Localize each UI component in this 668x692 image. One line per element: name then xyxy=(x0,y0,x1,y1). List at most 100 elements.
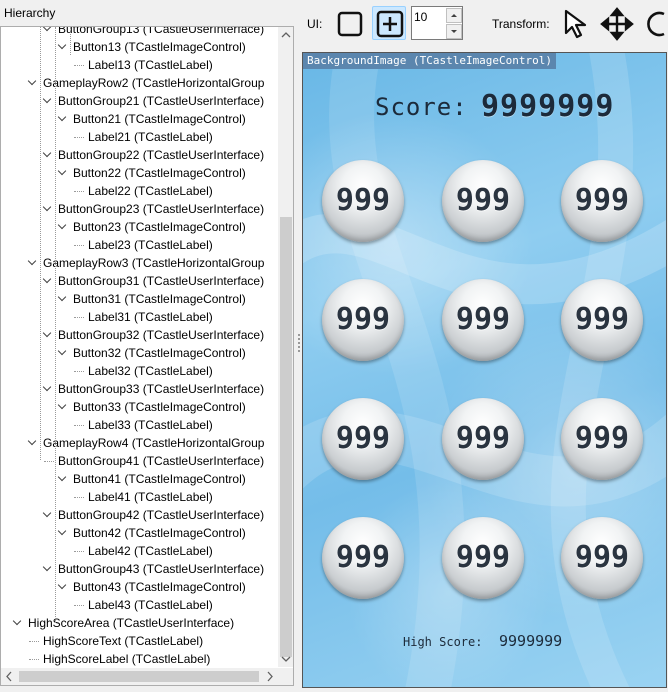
scroll-left-button[interactable] xyxy=(1,668,18,685)
horizontal-scrollbar[interactable] xyxy=(1,668,278,685)
tree-node[interactable]: HighScoreLabel (TCastleLabel) xyxy=(1,650,278,668)
move-arrows-icon xyxy=(600,7,634,41)
tree-node[interactable]: Label42 (TCastleLabel) xyxy=(1,542,278,560)
game-button[interactable]: 999 xyxy=(442,279,524,361)
expand-chevron-icon[interactable] xyxy=(44,566,52,572)
tree-node[interactable]: Label32 (TCastleLabel) xyxy=(1,362,278,380)
spin-up-button[interactable] xyxy=(446,8,462,23)
hierarchy-tree[interactable]: ButtonGroup13 (TCastleUserInterface) Butt… xyxy=(0,26,294,686)
tree-node[interactable]: Button22 (TCastleImageControl) xyxy=(1,164,278,182)
tree-node[interactable]: ButtonGroup13 (TCastleUserInterface) xyxy=(1,27,278,38)
score-label: Score: xyxy=(375,93,468,121)
tree-guide-line xyxy=(40,27,41,460)
arrow-cursor-icon xyxy=(564,9,587,39)
ui-select-button[interactable] xyxy=(332,6,366,40)
expand-chevron-icon[interactable] xyxy=(59,116,67,122)
tree-node[interactable]: ButtonGroup33 (TCastleUserInterface) xyxy=(1,380,278,398)
tree-node[interactable]: ButtonGroup22 (TCastleUserInterface) xyxy=(1,146,278,164)
transform-rotate-button[interactable] xyxy=(639,6,668,40)
tree-node[interactable]: ButtonGroup43 (TCastleUserInterface) xyxy=(1,560,278,578)
tree-node[interactable]: ButtonGroup31 (TCastleUserInterface) xyxy=(1,272,278,290)
tree-node[interactable]: HighScoreArea (TCastleUserInterface) xyxy=(1,614,278,632)
expand-chevron-icon[interactable] xyxy=(44,386,52,392)
tree-node-label: Label31 (TCastleLabel) xyxy=(88,310,213,324)
expand-chevron-icon[interactable] xyxy=(59,170,67,176)
tree-node[interactable]: Label23 (TCastleLabel) xyxy=(1,236,278,254)
game-button[interactable]: 999 xyxy=(561,517,643,599)
tree-node[interactable]: Label41 (TCastleLabel) xyxy=(1,488,278,506)
transform-select-button[interactable] xyxy=(559,6,593,40)
tree-node[interactable]: Button33 (TCastleImageControl) xyxy=(1,398,278,416)
tree-node[interactable]: HighScoreText (TCastleLabel) xyxy=(1,632,278,650)
horizontal-scroll-thumb[interactable] xyxy=(19,671,259,682)
tree-node[interactable]: Label43 (TCastleLabel) xyxy=(1,596,278,614)
scroll-down-button[interactable] xyxy=(278,650,293,667)
expand-chevron-icon[interactable] xyxy=(44,152,52,158)
tree-node[interactable]: Button31 (TCastleImageControl) xyxy=(1,290,278,308)
expand-chevron-icon[interactable] xyxy=(44,98,52,104)
expand-chevron-icon[interactable] xyxy=(44,27,52,32)
game-button[interactable]: 999 xyxy=(442,517,524,599)
expand-chevron-icon[interactable] xyxy=(29,80,37,86)
game-button[interactable]: 999 xyxy=(442,398,524,480)
game-button[interactable]: 999 xyxy=(322,160,404,242)
game-button-label: 999 xyxy=(455,302,511,337)
tree-node[interactable]: ButtonGroup41 (TCastleUserInterface) xyxy=(1,452,278,470)
game-button-label: 999 xyxy=(335,421,391,456)
expand-chevron-icon[interactable] xyxy=(44,206,52,212)
tree-node[interactable]: GameplayRow4 (TCastleHorizontalGroup xyxy=(1,434,278,452)
spin-down-button[interactable] xyxy=(446,24,462,39)
tree-node[interactable]: ButtonGroup42 (TCastleUserInterface) xyxy=(1,506,278,524)
tree-node[interactable]: Button13 (TCastleImageControl) xyxy=(1,38,278,56)
tree-node[interactable]: Button23 (TCastleImageControl) xyxy=(1,218,278,236)
tree-node[interactable]: Button43 (TCastleImageControl) xyxy=(1,578,278,596)
tree-node[interactable]: Button42 (TCastleImageControl) xyxy=(1,524,278,542)
tree-node[interactable]: ButtonGroup32 (TCastleUserInterface) xyxy=(1,326,278,344)
scroll-up-button[interactable] xyxy=(278,27,293,44)
tree-node[interactable]: GameplayRow3 (TCastleHorizontalGroup xyxy=(1,254,278,272)
design-preview[interactable]: BackgroundImage (TCastleImageControl) Sc… xyxy=(302,52,667,688)
game-button[interactable]: 999 xyxy=(322,517,404,599)
tree-node[interactable]: Label31 (TCastleLabel) xyxy=(1,308,278,326)
expand-chevron-icon[interactable] xyxy=(44,332,52,338)
ui-add-button[interactable] xyxy=(372,6,406,40)
game-button[interactable]: 999 xyxy=(561,279,643,361)
vertical-scrollbar[interactable] xyxy=(278,27,293,667)
expand-chevron-icon[interactable] xyxy=(59,584,67,590)
scroll-right-button[interactable] xyxy=(261,668,278,685)
tree-node[interactable]: ButtonGroup21 (TCastleUserInterface) xyxy=(1,92,278,110)
tree-node-label: ButtonGroup32 (TCastleUserInterface) xyxy=(58,328,265,342)
game-button[interactable]: 999 xyxy=(322,398,404,480)
expand-chevron-icon[interactable] xyxy=(59,224,67,230)
tree-node[interactable]: Label33 (TCastleLabel) xyxy=(1,416,278,434)
game-button[interactable]: 999 xyxy=(442,160,524,242)
tree-node[interactable]: Label21 (TCastleLabel) xyxy=(1,128,278,146)
game-button[interactable]: 999 xyxy=(561,160,643,242)
expand-chevron-icon[interactable] xyxy=(29,260,37,266)
tree-node[interactable]: ButtonGroup23 (TCastleUserInterface) xyxy=(1,200,278,218)
game-button[interactable]: 999 xyxy=(561,398,643,480)
game-button[interactable]: 999 xyxy=(322,279,404,361)
grid-size-spinner[interactable] xyxy=(411,6,463,40)
transform-move-button[interactable] xyxy=(599,6,634,41)
tree-node[interactable]: Button32 (TCastleImageControl) xyxy=(1,344,278,362)
expand-chevron-icon[interactable] xyxy=(59,476,67,482)
expand-chevron-icon[interactable] xyxy=(14,620,22,626)
vertical-scroll-thumb[interactable] xyxy=(280,217,292,657)
expand-chevron-icon[interactable] xyxy=(44,512,52,518)
grid-size-input[interactable] xyxy=(414,9,444,25)
tree-node-label: ButtonGroup22 (TCastleUserInterface) xyxy=(58,148,265,162)
tree-node[interactable]: Label22 (TCastleLabel) xyxy=(1,182,278,200)
tree-node-label: Label41 (TCastleLabel) xyxy=(88,490,213,504)
expand-chevron-icon[interactable] xyxy=(44,278,52,284)
tree-node[interactable]: Button41 (TCastleImageControl) xyxy=(1,470,278,488)
tree-node[interactable]: Label13 (TCastleLabel) xyxy=(1,56,278,74)
expand-chevron-icon[interactable] xyxy=(59,530,67,536)
expand-chevron-icon[interactable] xyxy=(59,350,67,356)
expand-chevron-icon[interactable] xyxy=(59,44,67,50)
expand-chevron-icon[interactable] xyxy=(59,296,67,302)
expand-chevron-icon[interactable] xyxy=(59,404,67,410)
tree-node[interactable]: Button21 (TCastleImageControl) xyxy=(1,110,278,128)
tree-node[interactable]: GameplayRow2 (TCastleHorizontalGroup xyxy=(1,74,278,92)
expand-chevron-icon[interactable] xyxy=(29,440,37,446)
